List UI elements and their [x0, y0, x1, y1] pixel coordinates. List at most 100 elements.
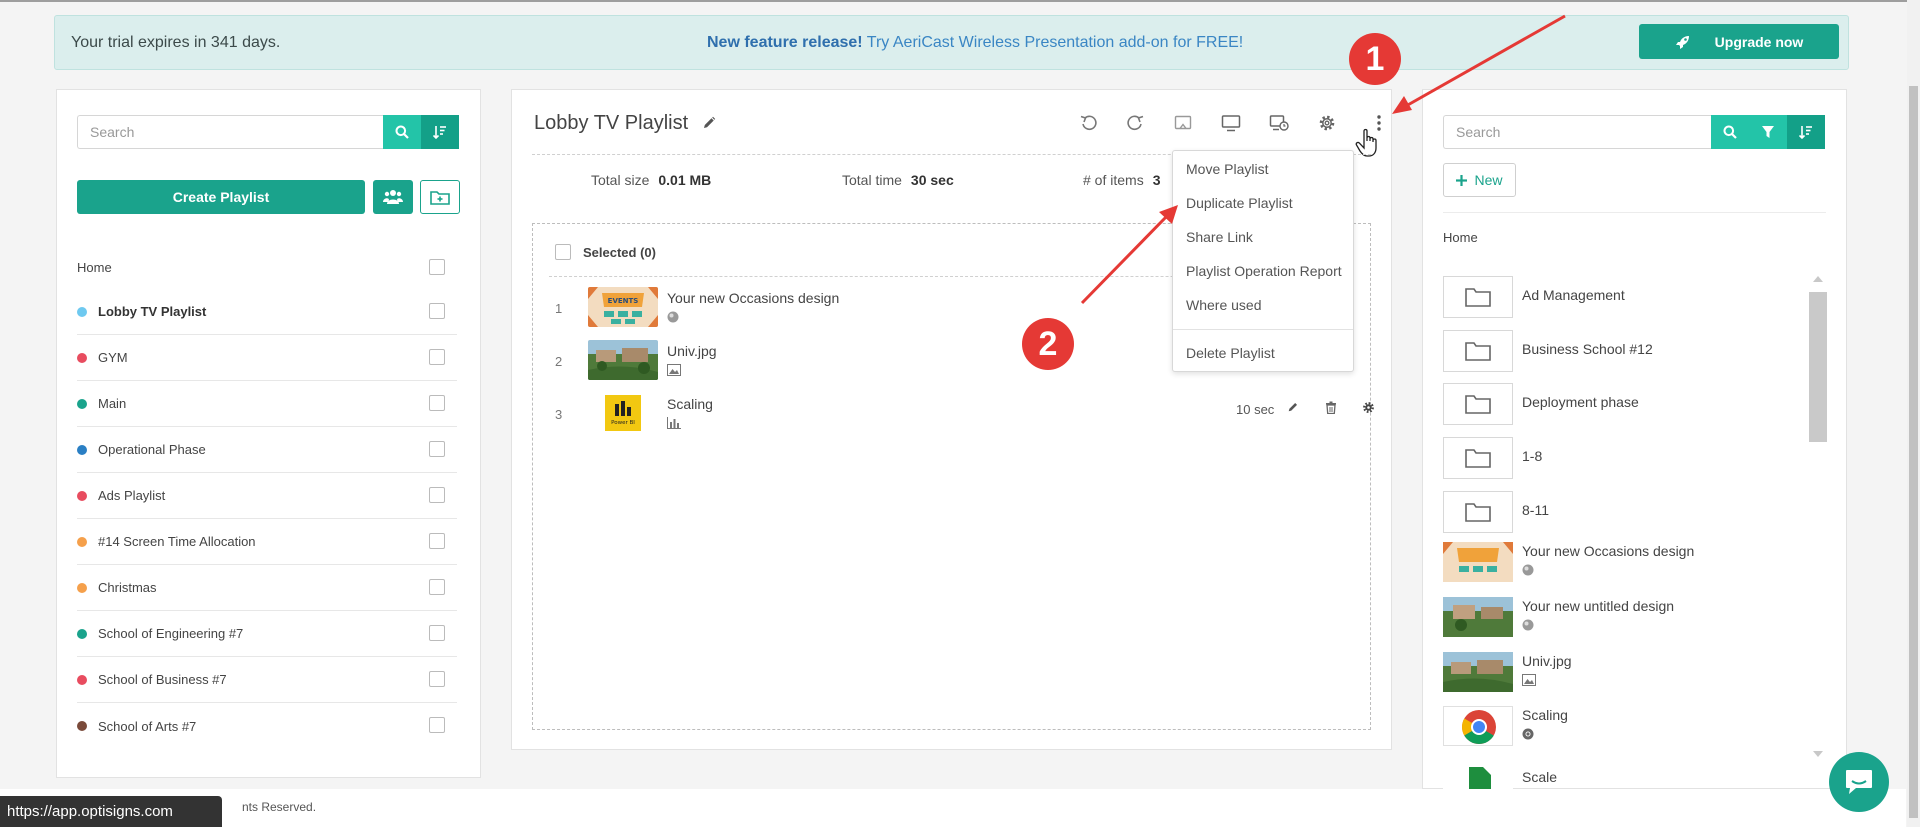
design-icon	[1522, 619, 1534, 631]
playlist-item-row[interactable]: 3 Power BI Scaling 10 sec	[555, 391, 1374, 437]
feature-announcement[interactable]: New feature release! Try AeriCast Wirele…	[707, 34, 1243, 52]
asset-search-button[interactable]	[1711, 115, 1749, 149]
menu-item-move-playlist[interactable]: Move Playlist	[1186, 161, 1268, 177]
playlist-name: School of Engineering #7	[98, 626, 244, 641]
top-border	[0, 0, 1920, 2]
folder-item[interactable]: Business School #12	[1443, 326, 1783, 376]
playlist-checkbox[interactable]	[429, 625, 445, 641]
asset-search-input[interactable]: Search	[1443, 115, 1711, 149]
edit-duration-pencil-icon[interactable]	[1287, 401, 1299, 413]
group-playlists-button[interactable]	[373, 180, 413, 214]
scroll-up-arrow-icon[interactable]	[1813, 275, 1823, 283]
select-all-items-checkbox[interactable]	[555, 244, 571, 260]
total-size-stat: Total size 0.01 MB	[591, 172, 711, 188]
playlist-checkbox[interactable]	[429, 487, 445, 503]
playlist-checkbox[interactable]	[429, 441, 445, 457]
item-number: 3	[555, 407, 563, 422]
assets-scrollbar-thumb[interactable]	[1809, 292, 1827, 442]
undo-button[interactable]	[1078, 112, 1100, 134]
playlist-checkbox[interactable]	[429, 303, 445, 319]
playlist-checkbox[interactable]	[429, 533, 445, 549]
schedule-button[interactable]	[1268, 112, 1290, 134]
playlist-item[interactable]: School of Engineering #7	[77, 611, 457, 657]
playlist-item[interactable]: Main	[77, 381, 457, 427]
playlist-search-button[interactable]	[383, 115, 421, 149]
menu-item-delete-playlist[interactable]: Delete Playlist	[1186, 345, 1275, 361]
chat-button[interactable]	[1829, 752, 1889, 812]
page-footer: nts Reserved.	[0, 789, 1906, 827]
playlist-item[interactable]: School of Business #7	[77, 657, 457, 703]
asset-item[interactable]: Univ.jpg	[1443, 650, 1783, 700]
playlist-checkbox[interactable]	[429, 349, 445, 365]
upgrade-now-button[interactable]: Upgrade now	[1639, 24, 1839, 59]
playlist-color-dot	[77, 398, 87, 409]
trash-icon[interactable]	[1325, 401, 1337, 414]
redo-button[interactable]	[1124, 112, 1146, 134]
menu-item-duplicate-playlist[interactable]: Duplicate Playlist	[1186, 195, 1293, 211]
screen-clock-icon	[1269, 115, 1289, 131]
item-settings-gear-icon[interactable]	[1362, 401, 1375, 414]
asset-item[interactable]: Scale	[1443, 757, 1783, 789]
playlist-settings-button[interactable]	[1316, 112, 1338, 134]
asset-thumbnail	[1443, 706, 1513, 746]
playlist-color-dot	[77, 582, 87, 593]
item-number: 2	[555, 354, 563, 369]
item-duration[interactable]: 10 sec	[1236, 402, 1274, 417]
folder-item[interactable]: 8-11	[1443, 487, 1783, 537]
playlist-checkbox[interactable]	[429, 717, 445, 733]
select-all-checkbox[interactable]	[429, 259, 445, 275]
playlist-item[interactable]: #14 Screen Time Allocation	[77, 519, 457, 565]
asset-item[interactable]: Scaling	[1443, 704, 1783, 754]
feature-text: Try AeriCast Wireless Presentation add-o…	[862, 34, 1244, 51]
item-name: Scaling	[667, 396, 713, 412]
cast-button[interactable]	[1172, 112, 1194, 134]
chat-bubble-icon	[1846, 770, 1872, 794]
sort-icon	[433, 126, 446, 139]
page-scrollbar-thumb[interactable]	[1909, 86, 1918, 818]
cast-icon	[1174, 115, 1192, 130]
create-playlist-button[interactable]: Create Playlist	[77, 180, 365, 214]
svg-text:Power BI: Power BI	[611, 420, 635, 426]
page-scrollbar[interactable]	[1907, 0, 1920, 827]
playlist-item[interactable]: Ads Playlist	[77, 473, 457, 519]
total-time-stat: Total time 30 sec	[842, 172, 954, 188]
asset-item[interactable]: Your new Occasions design	[1443, 540, 1783, 590]
playlist-item[interactable]: Christmas	[77, 565, 457, 611]
playlist-item[interactable]: School of Arts #7	[77, 703, 457, 749]
assets-home-label: Home	[1443, 230, 1478, 245]
edit-title-pencil-icon[interactable]	[702, 116, 716, 130]
playlist-checkbox[interactable]	[429, 395, 445, 411]
playlist-color-dot	[77, 444, 87, 455]
menu-item-share-link[interactable]: Share Link	[1186, 229, 1253, 245]
menu-item-where-used[interactable]: Where used	[1186, 297, 1261, 313]
design-icon	[667, 311, 679, 323]
menu-item-operation-report[interactable]: Playlist Operation Report	[1186, 263, 1342, 279]
playlist-color-dot	[77, 352, 87, 363]
asset-filter-button[interactable]	[1749, 115, 1787, 149]
playlist-sort-button[interactable]	[421, 115, 459, 149]
asset-sort-button[interactable]	[1787, 115, 1825, 149]
playlist-item[interactable]: Operational Phase	[77, 427, 457, 473]
assets-divider	[1443, 212, 1826, 213]
new-asset-label: New	[1474, 172, 1503, 188]
playlist-color-dot	[77, 721, 87, 731]
folder-name: Business School #12	[1522, 341, 1653, 357]
playlist-search-input[interactable]: Search	[77, 115, 383, 149]
asset-name: Your new untitled design	[1522, 598, 1675, 614]
playlist-color-dot	[77, 674, 87, 685]
folder-item[interactable]: Deployment phase	[1443, 379, 1783, 429]
total-size-label: Total size	[591, 172, 650, 188]
playlist-checkbox[interactable]	[429, 579, 445, 595]
folder-item[interactable]: 1-8	[1443, 433, 1783, 483]
new-asset-button[interactable]: New	[1443, 163, 1516, 197]
playlist-item[interactable]: GYM	[77, 335, 457, 381]
playlist-checkbox[interactable]	[429, 671, 445, 687]
playlist-name: Lobby TV Playlist	[98, 304, 207, 319]
item-thumbnail	[588, 340, 658, 380]
playlist-item[interactable]: Lobby TV Playlist	[77, 289, 457, 335]
asset-item[interactable]: Your new untitled design	[1443, 595, 1783, 645]
new-folder-button[interactable]	[420, 180, 460, 214]
scroll-down-arrow-icon[interactable]	[1813, 750, 1823, 758]
folder-item[interactable]: Ad Management	[1443, 272, 1783, 322]
assign-screen-button[interactable]	[1220, 112, 1242, 134]
